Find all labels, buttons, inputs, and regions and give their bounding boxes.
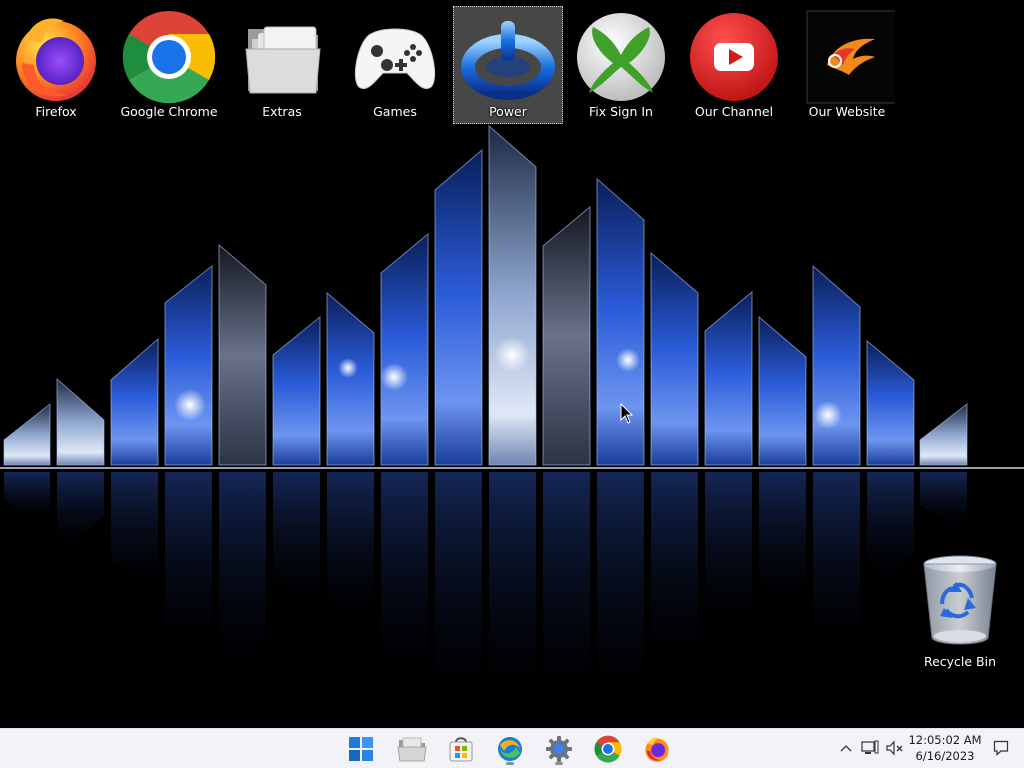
desktop-icon-extras[interactable]: Extras — [227, 6, 337, 124]
taskbar: 12:05:02 AM 6/16/2023 — [0, 728, 1024, 768]
chevron-up-icon — [840, 745, 852, 752]
media-icon — [498, 737, 522, 761]
gamepad-icon — [354, 28, 436, 89]
desktop-icon-power[interactable]: Power — [453, 6, 563, 124]
taskbar-media-player[interactable] — [490, 732, 530, 766]
desktop-icon-label: Power — [489, 104, 527, 119]
running-indicator — [555, 762, 563, 765]
tray-volume[interactable] — [884, 737, 906, 759]
power-icon — [461, 21, 555, 100]
volume-muted-icon — [886, 740, 903, 756]
clock-time: 12:05:02 AM — [908, 733, 982, 747]
tray-network[interactable] — [859, 737, 881, 759]
recycle-bin-label: Recycle Bin — [923, 654, 997, 669]
recycle-bin-icon — [923, 555, 997, 645]
desktop-icon-label: Google Chrome — [120, 104, 218, 119]
desktop-icon-label: Our Website — [808, 104, 886, 119]
taskbar-file-explorer[interactable] — [392, 732, 432, 766]
taskbar-settings[interactable] — [539, 732, 579, 766]
taskbar-firefox[interactable] — [637, 732, 677, 766]
desktop-icon-our-channel[interactable]: Our Channel — [679, 6, 789, 124]
desktop-icon-recycle-bin[interactable]: Recycle Bin — [912, 552, 1008, 676]
desktop-icon-google-chrome[interactable]: Google Chrome — [114, 6, 224, 124]
desktop-icons: Firefox Google Chrome Extras Games Power… — [0, 0, 1024, 130]
desktop[interactable]: Firefox Google Chrome Extras Games Power… — [0, 0, 1024, 728]
desktop-icon-label: Firefox — [35, 104, 77, 119]
mouse-cursor-icon — [620, 403, 634, 424]
folder-icon — [245, 26, 321, 94]
xbox-icon — [577, 13, 665, 101]
desktop-icon-label: Games — [373, 104, 417, 119]
taskbar-chrome[interactable] — [588, 732, 628, 766]
running-indicator — [506, 762, 514, 765]
tray-show-hidden[interactable] — [835, 737, 857, 759]
firefox-icon — [645, 737, 669, 762]
desktop-icon-firefox[interactable]: Firefox — [1, 6, 111, 124]
windows-start-icon — [349, 737, 373, 761]
taskbar-clock[interactable]: 12:05:02 AM 6/16/2023 — [906, 732, 984, 766]
notification-icon — [993, 740, 1009, 756]
desktop-icon-label: Fix Sign In — [589, 104, 653, 119]
store-icon — [449, 737, 473, 762]
clock-date: 6/16/2023 — [915, 749, 975, 763]
youtube-icon — [690, 13, 778, 101]
tray-notifications[interactable] — [990, 737, 1012, 759]
desktop-icon-fix-sign-in[interactable]: Fix Sign In — [566, 6, 676, 124]
desktop-icon-label: Our Channel — [694, 104, 774, 119]
taskbar-microsoft-store[interactable] — [441, 732, 481, 766]
chrome-icon — [122, 11, 216, 104]
desktop-icon-label: Extras — [262, 104, 302, 119]
firefox-icon — [16, 18, 96, 101]
chrome-icon — [594, 735, 622, 763]
start-button[interactable] — [341, 732, 381, 766]
reflection — [4, 472, 967, 728]
file-explorer-icon — [397, 737, 427, 762]
desktop-icon-games[interactable]: Games — [340, 6, 450, 124]
network-icon — [861, 740, 879, 754]
settings-gear-icon — [546, 736, 572, 762]
desktop-icon-our-website[interactable]: Our Website — [792, 6, 902, 124]
eagle-logo-icon — [806, 10, 895, 104]
